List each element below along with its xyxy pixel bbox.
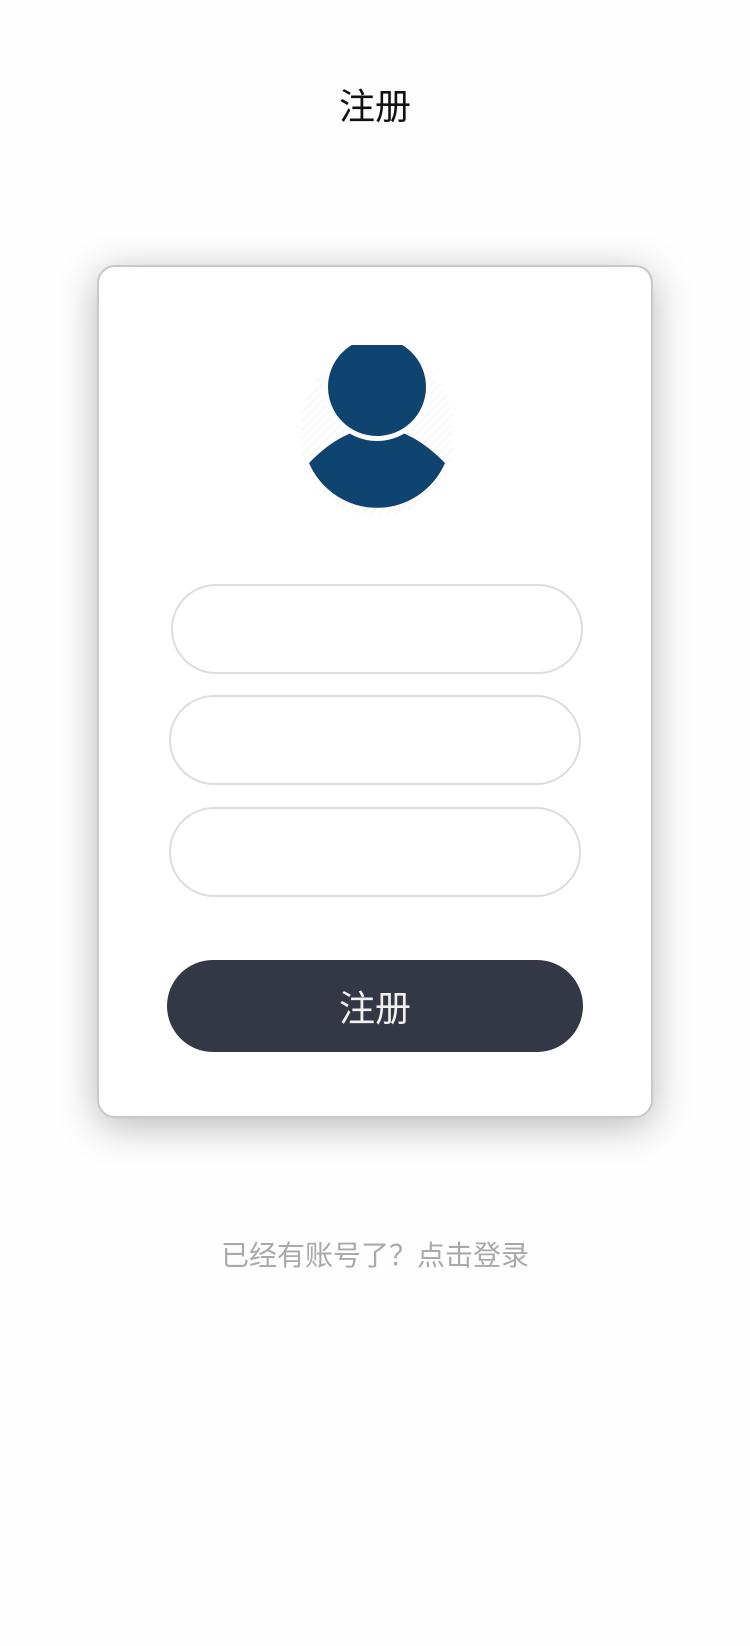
page-title: 注册 [338, 87, 411, 128]
register-field-2[interactable] [169, 695, 581, 785]
register-field-3[interactable] [169, 807, 581, 897]
register-card: 注册 [97, 265, 653, 1118]
user-avatar-icon [301, 345, 453, 515]
register-field-1[interactable] [171, 584, 583, 674]
login-link[interactable]: 已经有账号了？点击登录 [0, 1236, 750, 1276]
register-button[interactable]: 注册 [167, 960, 583, 1052]
